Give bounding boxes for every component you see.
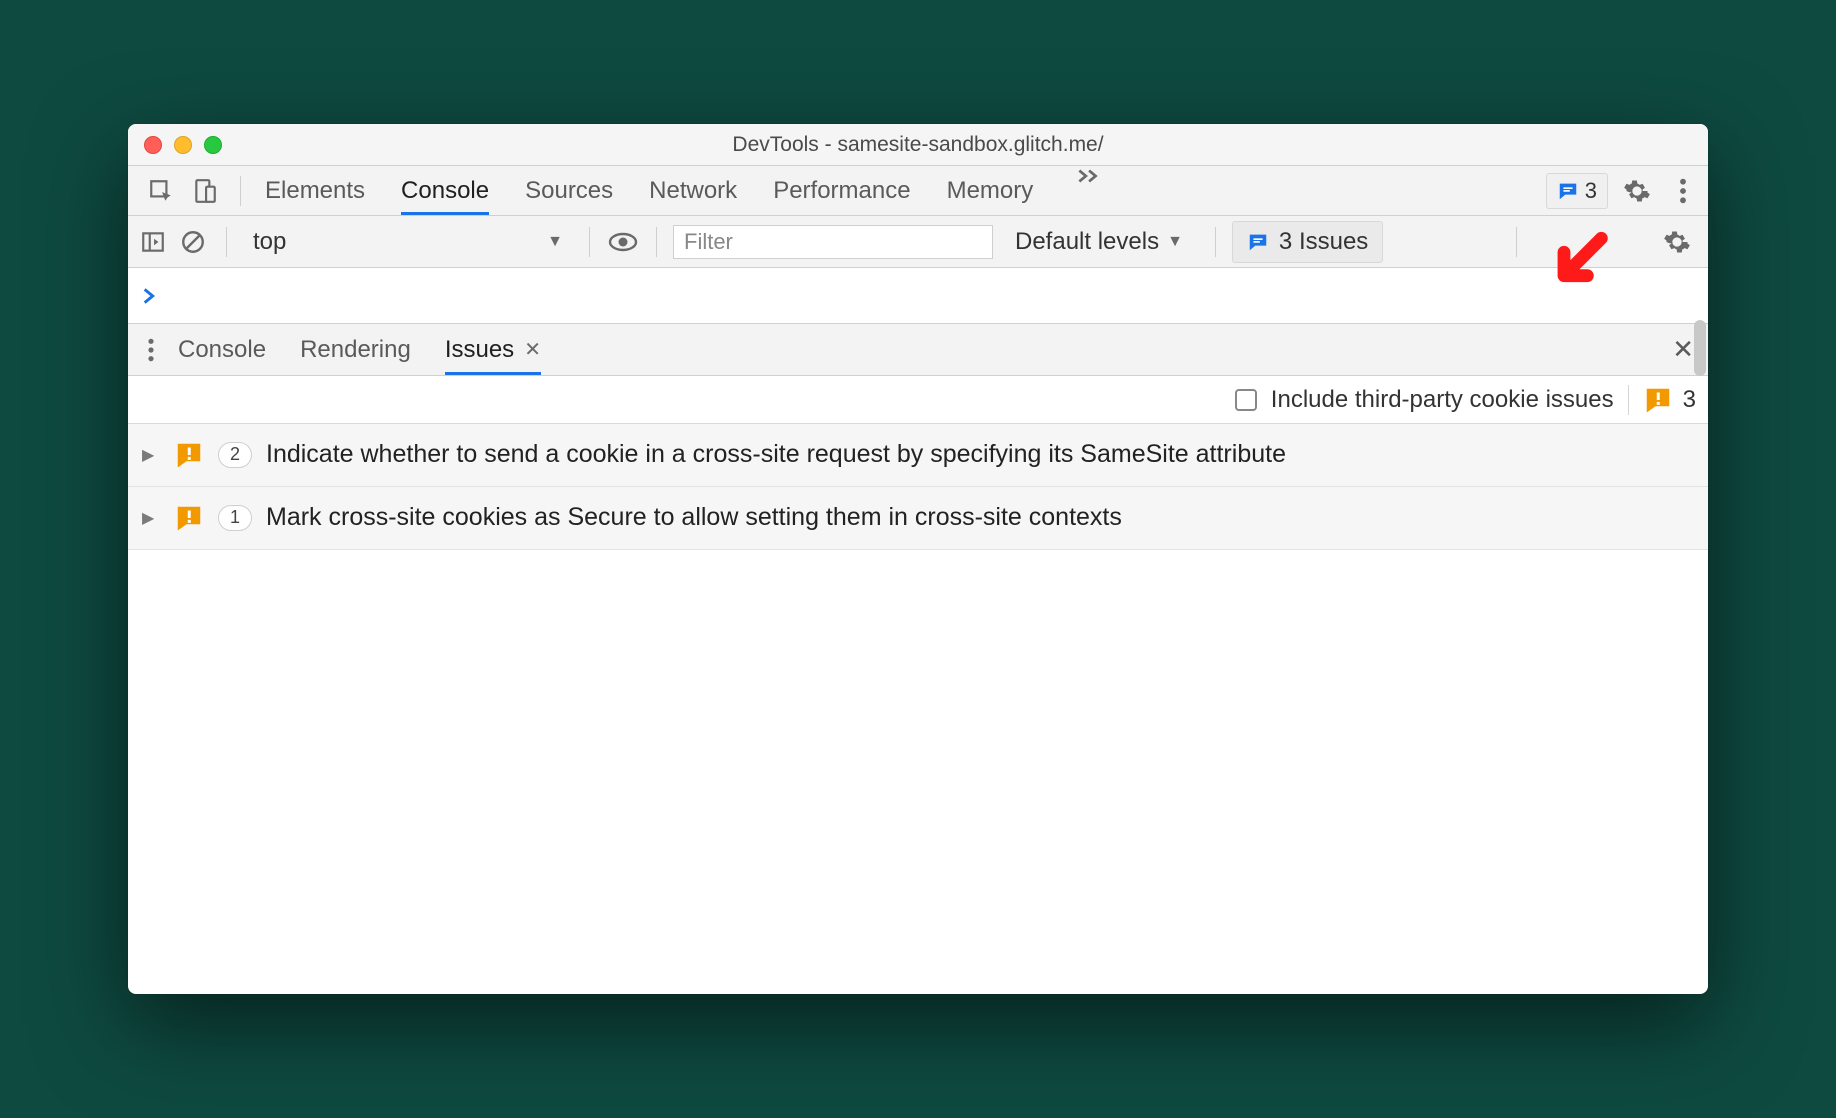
warning-icon bbox=[1643, 385, 1673, 415]
warning-icon bbox=[174, 440, 204, 470]
device-toggle-icon[interactable] bbox=[188, 174, 222, 208]
more-tabs-icon[interactable] bbox=[1069, 166, 1107, 215]
divider bbox=[240, 176, 241, 206]
tab-network[interactable]: Network bbox=[649, 166, 737, 215]
disclosure-triangle-icon[interactable]: ▶ bbox=[142, 445, 160, 465]
filter-input[interactable] bbox=[673, 225, 993, 259]
include-third-party-checkbox[interactable] bbox=[1235, 389, 1257, 411]
main-tabs: Elements Console Sources Network Perform… bbox=[251, 166, 1107, 215]
tab-performance[interactable]: Performance bbox=[773, 166, 910, 215]
issues-button[interactable]: 3 Issues bbox=[1232, 221, 1383, 263]
console-settings-gear-icon[interactable] bbox=[1660, 225, 1694, 259]
issue-count-pill: 2 bbox=[218, 442, 252, 468]
drawer-tab-console[interactable]: Console bbox=[178, 324, 266, 375]
issues-button-label: 3 Issues bbox=[1279, 228, 1368, 256]
sidebar-toggle-icon[interactable] bbox=[136, 225, 170, 259]
chevron-right-icon bbox=[142, 288, 158, 304]
issues-options-bar: Include third-party cookie issues 3 bbox=[128, 376, 1708, 424]
drawer-toolbar: Console Rendering Issues ✕ ✕ bbox=[128, 324, 1708, 376]
console-toolbar: top ▼ Default levels ▼ 3 Issues bbox=[128, 216, 1708, 268]
kebab-menu-icon[interactable] bbox=[1666, 174, 1700, 208]
drawer-tab-rendering[interactable]: Rendering bbox=[300, 324, 411, 375]
disclosure-triangle-icon[interactable]: ▶ bbox=[142, 508, 160, 528]
dropdown-triangle-icon: ▼ bbox=[547, 233, 563, 251]
main-toolbar: Elements Console Sources Network Perform… bbox=[128, 166, 1708, 216]
divider bbox=[1516, 227, 1517, 257]
window-title: DevTools - samesite-sandbox.glitch.me/ bbox=[128, 133, 1708, 157]
message-icon bbox=[1247, 231, 1269, 253]
log-levels-label: Default levels bbox=[1015, 228, 1159, 256]
total-issues-count: 3 bbox=[1643, 385, 1696, 415]
devtools-window: DevTools - samesite-sandbox.glitch.me/ E… bbox=[128, 124, 1708, 994]
divider bbox=[656, 227, 657, 257]
tab-memory[interactable]: Memory bbox=[947, 166, 1034, 215]
tab-elements[interactable]: Elements bbox=[265, 166, 365, 215]
tab-sources[interactable]: Sources bbox=[525, 166, 613, 215]
divider bbox=[226, 227, 227, 257]
scrollbar-thumb[interactable] bbox=[1694, 320, 1706, 376]
issues-counter-value: 3 bbox=[1585, 178, 1597, 204]
issue-count-pill: 1 bbox=[218, 505, 252, 531]
issue-row[interactable]: ▶ 2 Indicate whether to send a cookie in… bbox=[128, 424, 1708, 487]
divider bbox=[589, 227, 590, 257]
log-levels-dropdown[interactable]: Default levels ▼ bbox=[999, 228, 1199, 256]
issue-text: Mark cross-site cookies as Secure to all… bbox=[266, 501, 1122, 535]
total-issues-value: 3 bbox=[1683, 386, 1696, 414]
divider bbox=[1215, 227, 1216, 257]
close-tab-icon[interactable]: ✕ bbox=[524, 337, 541, 362]
inspect-element-icon[interactable] bbox=[144, 174, 178, 208]
drawer-tab-label: Issues bbox=[445, 336, 514, 364]
message-icon bbox=[1557, 180, 1579, 202]
issues-counter-chip[interactable]: 3 bbox=[1546, 173, 1608, 209]
clear-console-icon[interactable] bbox=[176, 225, 210, 259]
drawer-tab-issues[interactable]: Issues ✕ bbox=[445, 324, 541, 375]
dropdown-triangle-icon: ▼ bbox=[1167, 233, 1183, 251]
drawer-tabs: Console Rendering Issues ✕ bbox=[166, 324, 541, 375]
console-prompt[interactable] bbox=[128, 268, 1708, 324]
settings-gear-icon[interactable] bbox=[1620, 174, 1654, 208]
drawer-kebab-icon[interactable] bbox=[136, 333, 166, 367]
tab-console[interactable]: Console bbox=[401, 166, 489, 215]
divider bbox=[1628, 385, 1629, 415]
issue-text: Indicate whether to send a cookie in a c… bbox=[266, 438, 1286, 472]
context-value: top bbox=[253, 228, 286, 256]
issue-row[interactable]: ▶ 1 Mark cross-site cookies as Secure to… bbox=[128, 487, 1708, 550]
context-selector[interactable]: top ▼ bbox=[243, 228, 573, 256]
include-third-party-label: Include third-party cookie issues bbox=[1271, 386, 1614, 414]
warning-icon bbox=[174, 503, 204, 533]
live-expression-icon[interactable] bbox=[606, 225, 640, 259]
titlebar: DevTools - samesite-sandbox.glitch.me/ bbox=[128, 124, 1708, 166]
